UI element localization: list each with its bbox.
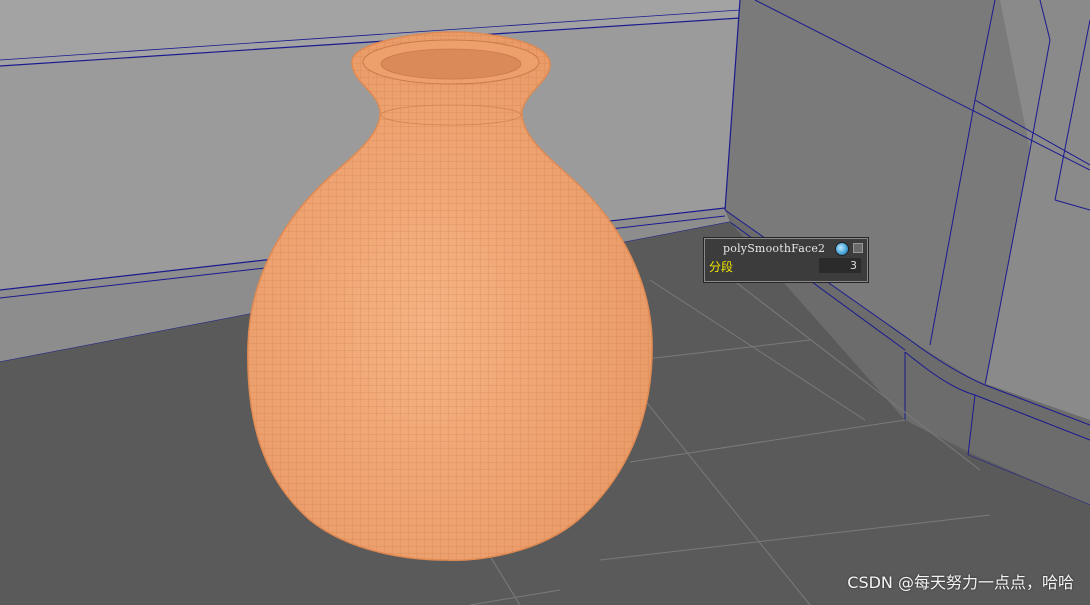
attribute-value-field[interactable]: 3 (819, 258, 861, 273)
hud-attribute-row: 分段 3 (705, 257, 867, 277)
globe-icon[interactable] (835, 242, 849, 256)
node-attribute-hud[interactable]: polySmoothFace2 分段 3 (704, 238, 868, 282)
hud-header: polySmoothFace2 (705, 239, 867, 257)
watermark: CSDN @每天努力一点点，哈哈 (847, 573, 1074, 592)
3d-viewport[interactable]: polySmoothFace2 分段 3 CSDN @每天努力一点点，哈哈 (0, 0, 1090, 605)
attribute-label: 分段 (709, 260, 734, 274)
node-name: polySmoothFace2 (723, 242, 826, 255)
close-icon[interactable] (853, 243, 863, 253)
scene-render[interactable] (0, 0, 1090, 605)
